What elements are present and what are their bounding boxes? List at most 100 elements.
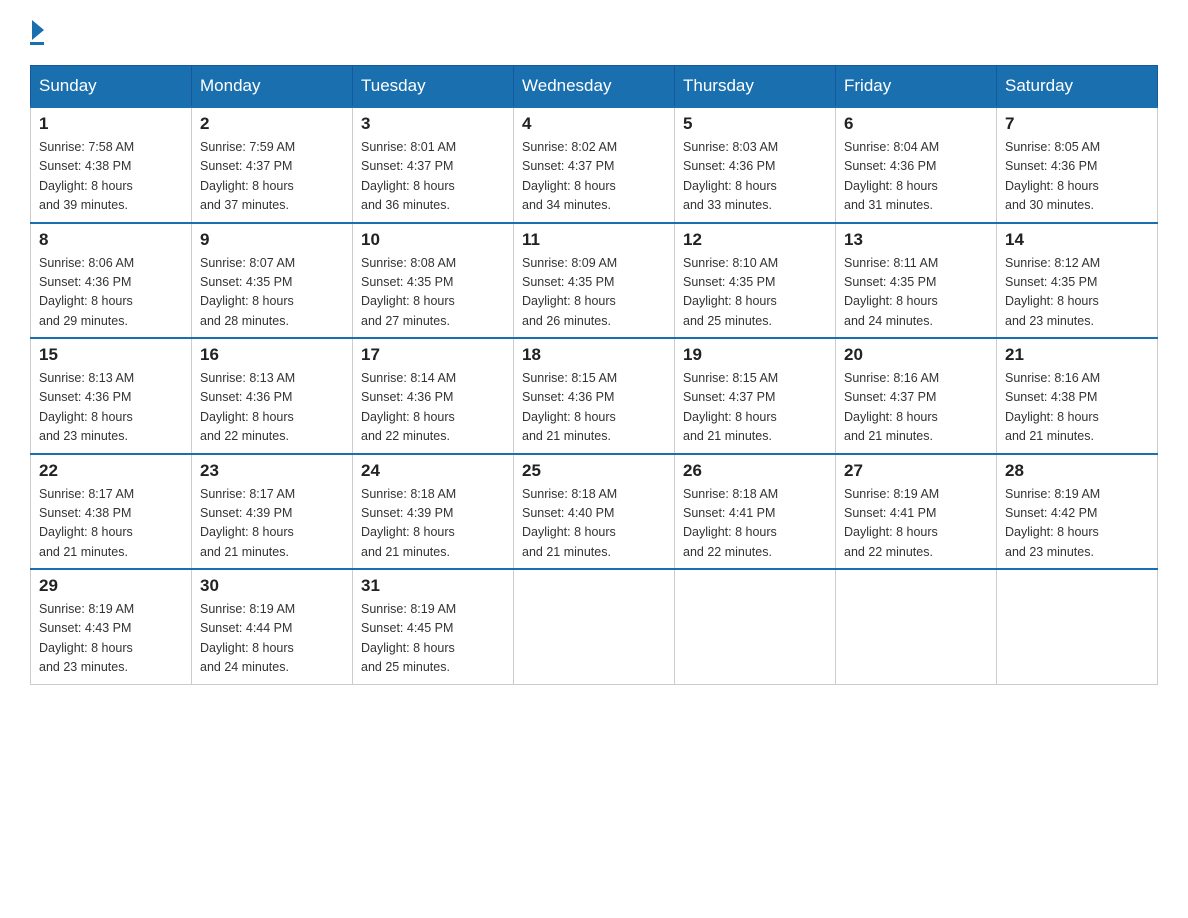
calendar-cell: 31 Sunrise: 8:19 AM Sunset: 4:45 PM Dayl… <box>353 569 514 684</box>
day-info: Sunrise: 8:01 AM Sunset: 4:37 PM Dayligh… <box>361 138 505 216</box>
calendar-cell: 26 Sunrise: 8:18 AM Sunset: 4:41 PM Dayl… <box>675 454 836 570</box>
day-number: 16 <box>200 345 344 365</box>
day-info: Sunrise: 7:59 AM Sunset: 4:37 PM Dayligh… <box>200 138 344 216</box>
calendar-cell: 11 Sunrise: 8:09 AM Sunset: 4:35 PM Dayl… <box>514 223 675 339</box>
day-info: Sunrise: 8:02 AM Sunset: 4:37 PM Dayligh… <box>522 138 666 216</box>
week-row-4: 22 Sunrise: 8:17 AM Sunset: 4:38 PM Dayl… <box>31 454 1158 570</box>
day-info: Sunrise: 8:18 AM Sunset: 4:40 PM Dayligh… <box>522 485 666 563</box>
day-number: 18 <box>522 345 666 365</box>
calendar-cell: 10 Sunrise: 8:08 AM Sunset: 4:35 PM Dayl… <box>353 223 514 339</box>
calendar-cell: 3 Sunrise: 8:01 AM Sunset: 4:37 PM Dayli… <box>353 107 514 223</box>
day-info: Sunrise: 8:16 AM Sunset: 4:37 PM Dayligh… <box>844 369 988 447</box>
day-number: 22 <box>39 461 183 481</box>
weekday-header-saturday: Saturday <box>997 66 1158 108</box>
day-info: Sunrise: 8:09 AM Sunset: 4:35 PM Dayligh… <box>522 254 666 332</box>
day-number: 5 <box>683 114 827 134</box>
calendar-cell: 9 Sunrise: 8:07 AM Sunset: 4:35 PM Dayli… <box>192 223 353 339</box>
day-info: Sunrise: 8:15 AM Sunset: 4:37 PM Dayligh… <box>683 369 827 447</box>
calendar-cell: 23 Sunrise: 8:17 AM Sunset: 4:39 PM Dayl… <box>192 454 353 570</box>
calendar-cell: 4 Sunrise: 8:02 AM Sunset: 4:37 PM Dayli… <box>514 107 675 223</box>
calendar-cell <box>514 569 675 684</box>
calendar-cell: 15 Sunrise: 8:13 AM Sunset: 4:36 PM Dayl… <box>31 338 192 454</box>
calendar-cell: 17 Sunrise: 8:14 AM Sunset: 4:36 PM Dayl… <box>353 338 514 454</box>
day-info: Sunrise: 8:13 AM Sunset: 4:36 PM Dayligh… <box>200 369 344 447</box>
calendar-cell: 27 Sunrise: 8:19 AM Sunset: 4:41 PM Dayl… <box>836 454 997 570</box>
calendar-cell: 7 Sunrise: 8:05 AM Sunset: 4:36 PM Dayli… <box>997 107 1158 223</box>
day-number: 17 <box>361 345 505 365</box>
day-number: 23 <box>200 461 344 481</box>
calendar-cell: 18 Sunrise: 8:15 AM Sunset: 4:36 PM Dayl… <box>514 338 675 454</box>
day-info: Sunrise: 8:10 AM Sunset: 4:35 PM Dayligh… <box>683 254 827 332</box>
day-info: Sunrise: 8:15 AM Sunset: 4:36 PM Dayligh… <box>522 369 666 447</box>
weekday-header-thursday: Thursday <box>675 66 836 108</box>
calendar-cell: 28 Sunrise: 8:19 AM Sunset: 4:42 PM Dayl… <box>997 454 1158 570</box>
day-number: 4 <box>522 114 666 134</box>
day-number: 27 <box>844 461 988 481</box>
calendar-cell: 29 Sunrise: 8:19 AM Sunset: 4:43 PM Dayl… <box>31 569 192 684</box>
day-number: 24 <box>361 461 505 481</box>
calendar-cell <box>836 569 997 684</box>
weekday-header-wednesday: Wednesday <box>514 66 675 108</box>
day-number: 2 <box>200 114 344 134</box>
week-row-5: 29 Sunrise: 8:19 AM Sunset: 4:43 PM Dayl… <box>31 569 1158 684</box>
logo-blue-part <box>30 20 44 40</box>
page-header <box>30 20 1158 45</box>
day-number: 11 <box>522 230 666 250</box>
day-info: Sunrise: 8:03 AM Sunset: 4:36 PM Dayligh… <box>683 138 827 216</box>
day-number: 1 <box>39 114 183 134</box>
day-info: Sunrise: 8:19 AM Sunset: 4:44 PM Dayligh… <box>200 600 344 678</box>
week-row-2: 8 Sunrise: 8:06 AM Sunset: 4:36 PM Dayli… <box>31 223 1158 339</box>
day-info: Sunrise: 8:06 AM Sunset: 4:36 PM Dayligh… <box>39 254 183 332</box>
logo <box>30 20 44 45</box>
calendar-cell: 20 Sunrise: 8:16 AM Sunset: 4:37 PM Dayl… <box>836 338 997 454</box>
calendar-cell: 14 Sunrise: 8:12 AM Sunset: 4:35 PM Dayl… <box>997 223 1158 339</box>
calendar-cell: 5 Sunrise: 8:03 AM Sunset: 4:36 PM Dayli… <box>675 107 836 223</box>
day-info: Sunrise: 8:05 AM Sunset: 4:36 PM Dayligh… <box>1005 138 1149 216</box>
day-number: 29 <box>39 576 183 596</box>
day-number: 8 <box>39 230 183 250</box>
day-number: 20 <box>844 345 988 365</box>
day-info: Sunrise: 8:07 AM Sunset: 4:35 PM Dayligh… <box>200 254 344 332</box>
weekday-header-sunday: Sunday <box>31 66 192 108</box>
day-info: Sunrise: 8:19 AM Sunset: 4:43 PM Dayligh… <box>39 600 183 678</box>
day-number: 15 <box>39 345 183 365</box>
calendar-cell: 6 Sunrise: 8:04 AM Sunset: 4:36 PM Dayli… <box>836 107 997 223</box>
calendar-cell: 24 Sunrise: 8:18 AM Sunset: 4:39 PM Dayl… <box>353 454 514 570</box>
day-info: Sunrise: 8:17 AM Sunset: 4:39 PM Dayligh… <box>200 485 344 563</box>
day-info: Sunrise: 8:16 AM Sunset: 4:38 PM Dayligh… <box>1005 369 1149 447</box>
weekday-header-monday: Monday <box>192 66 353 108</box>
day-number: 14 <box>1005 230 1149 250</box>
calendar-cell: 21 Sunrise: 8:16 AM Sunset: 4:38 PM Dayl… <box>997 338 1158 454</box>
calendar-cell: 8 Sunrise: 8:06 AM Sunset: 4:36 PM Dayli… <box>31 223 192 339</box>
day-number: 26 <box>683 461 827 481</box>
calendar-cell: 1 Sunrise: 7:58 AM Sunset: 4:38 PM Dayli… <box>31 107 192 223</box>
day-info: Sunrise: 8:11 AM Sunset: 4:35 PM Dayligh… <box>844 254 988 332</box>
day-number: 10 <box>361 230 505 250</box>
day-number: 19 <box>683 345 827 365</box>
day-number: 13 <box>844 230 988 250</box>
logo-underline <box>30 42 44 45</box>
day-number: 7 <box>1005 114 1149 134</box>
calendar-cell: 13 Sunrise: 8:11 AM Sunset: 4:35 PM Dayl… <box>836 223 997 339</box>
day-number: 28 <box>1005 461 1149 481</box>
day-number: 12 <box>683 230 827 250</box>
calendar-table: SundayMondayTuesdayWednesdayThursdayFrid… <box>30 65 1158 685</box>
day-info: Sunrise: 7:58 AM Sunset: 4:38 PM Dayligh… <box>39 138 183 216</box>
day-number: 21 <box>1005 345 1149 365</box>
day-number: 9 <box>200 230 344 250</box>
day-info: Sunrise: 8:18 AM Sunset: 4:39 PM Dayligh… <box>361 485 505 563</box>
day-info: Sunrise: 8:19 AM Sunset: 4:45 PM Dayligh… <box>361 600 505 678</box>
day-number: 30 <box>200 576 344 596</box>
day-number: 25 <box>522 461 666 481</box>
day-info: Sunrise: 8:19 AM Sunset: 4:41 PM Dayligh… <box>844 485 988 563</box>
weekday-header-tuesday: Tuesday <box>353 66 514 108</box>
calendar-cell: 25 Sunrise: 8:18 AM Sunset: 4:40 PM Dayl… <box>514 454 675 570</box>
day-info: Sunrise: 8:14 AM Sunset: 4:36 PM Dayligh… <box>361 369 505 447</box>
day-info: Sunrise: 8:04 AM Sunset: 4:36 PM Dayligh… <box>844 138 988 216</box>
weekday-header-row: SundayMondayTuesdayWednesdayThursdayFrid… <box>31 66 1158 108</box>
week-row-3: 15 Sunrise: 8:13 AM Sunset: 4:36 PM Dayl… <box>31 338 1158 454</box>
day-info: Sunrise: 8:08 AM Sunset: 4:35 PM Dayligh… <box>361 254 505 332</box>
calendar-cell: 19 Sunrise: 8:15 AM Sunset: 4:37 PM Dayl… <box>675 338 836 454</box>
calendar-cell: 22 Sunrise: 8:17 AM Sunset: 4:38 PM Dayl… <box>31 454 192 570</box>
day-info: Sunrise: 8:12 AM Sunset: 4:35 PM Dayligh… <box>1005 254 1149 332</box>
